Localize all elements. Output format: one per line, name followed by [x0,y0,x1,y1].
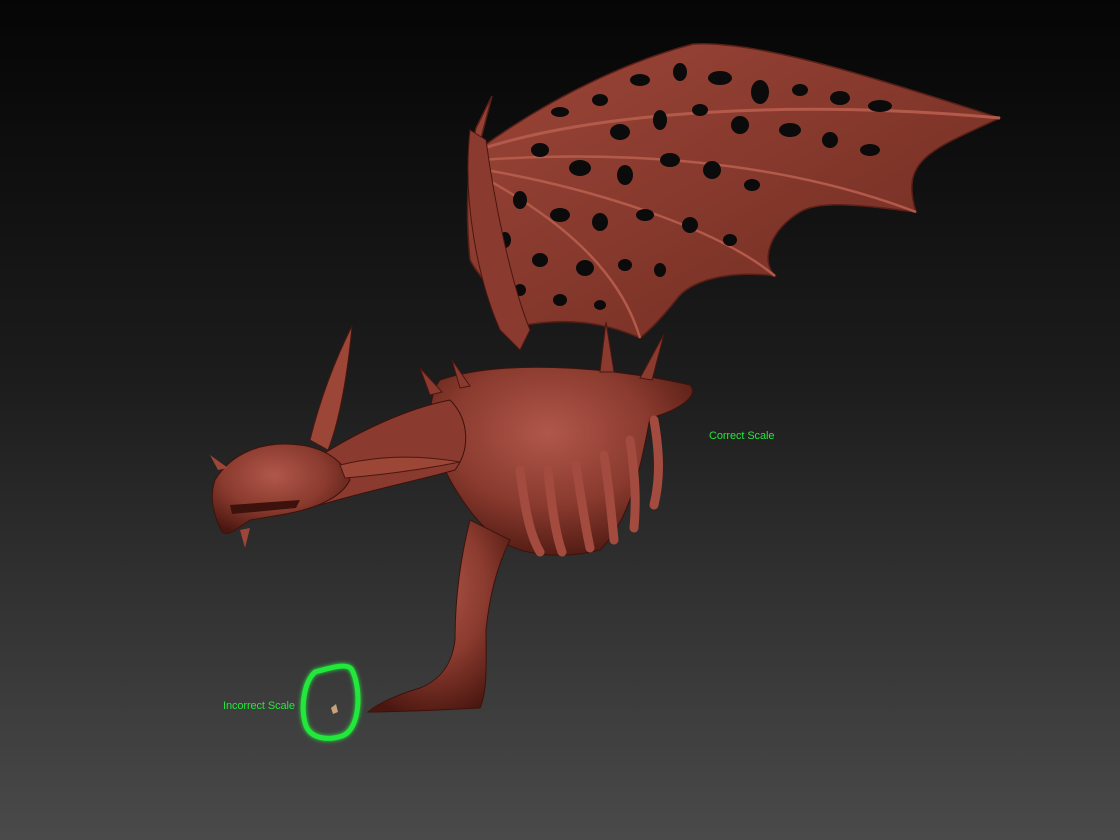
incorrect-scale-label: Incorrect Scale [223,700,295,712]
correct-scale-label: Correct Scale [709,430,775,442]
viewport-canvas[interactable] [0,0,1120,840]
3d-viewport[interactable]: Correct Scale Incorrect Scale [0,0,1120,840]
